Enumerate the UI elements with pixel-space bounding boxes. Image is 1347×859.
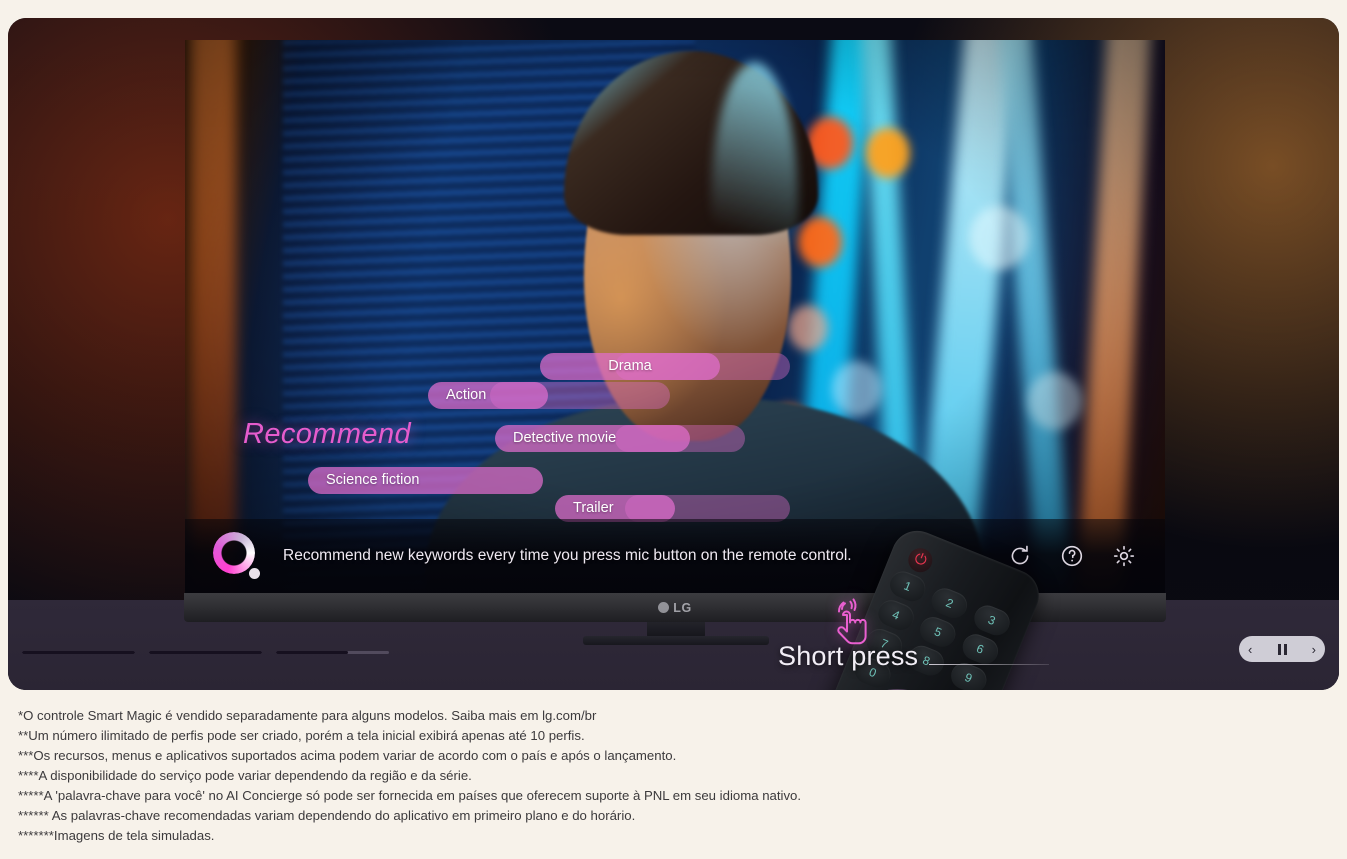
help-icon[interactable] [1059, 543, 1085, 569]
tv-screen: Drama Action Detective movie Science fic… [185, 40, 1165, 593]
slide-progress-fill [276, 651, 349, 654]
footnote-line: *O controle Smart Magic é vendido separa… [18, 708, 597, 723]
carousel-pause-button[interactable] [1277, 643, 1287, 655]
footnote-line: *****A 'palavra-chave para você' no AI C… [18, 788, 802, 804]
status-icon-group [1007, 543, 1137, 569]
status-message: Recommend new keywords every time you pr… [283, 547, 852, 564]
carousel-next-button[interactable]: › [1312, 643, 1316, 656]
keyword-pill-detective-movie[interactable]: Detective movie [495, 425, 690, 452]
short-press-label: Short press [778, 641, 919, 671]
footnote-line: ****** As palavras-chave recomendadas va… [18, 808, 636, 824]
slide-progress-fill [22, 651, 135, 654]
footnote-line: *******Imagens de tela simuladas. [18, 828, 215, 844]
slide-progress-bar[interactable] [22, 651, 135, 654]
settings-gear-icon[interactable] [1111, 543, 1137, 569]
lg-logo-text: LG [673, 600, 692, 615]
keyword-pill-science-fiction[interactable]: Science fiction [308, 467, 543, 494]
callout-connector-line [929, 664, 1049, 665]
keyword-pill-trailer[interactable]: Trailer [555, 495, 675, 522]
keyword-layer: Drama Action Detective movie Science fic… [185, 40, 1165, 593]
ai-orb-dot [249, 568, 260, 579]
hero-panel: Drama Action Detective movie Science fic… [8, 18, 1339, 690]
ai-assistant-orb-icon [213, 532, 261, 580]
ai-orb-ring [213, 532, 255, 574]
page-root: Drama Action Detective movie Science fic… [0, 0, 1347, 859]
slide-progress-group [22, 651, 389, 654]
keyword-pill-drama[interactable]: Drama [540, 353, 720, 380]
footnote-line: **Um número ilimitado de perfis pode ser… [18, 728, 585, 744]
refresh-icon[interactable] [1007, 543, 1033, 569]
keyword-pill-action[interactable]: Action [428, 382, 548, 409]
slide-progress-bar[interactable] [149, 651, 262, 654]
carousel-controls: ‹ › [1239, 636, 1325, 662]
footnote-block: *O controle Smart Magic é vendido separa… [18, 706, 1318, 846]
recommend-heading: Recommend [243, 418, 411, 450]
carousel-prev-button[interactable]: ‹ [1248, 643, 1252, 656]
tv-stand-base [583, 636, 769, 645]
footnote-line: ***Os recursos, menus e aplicativos supo… [18, 748, 677, 764]
lg-brand-logo: LG [658, 601, 692, 615]
slide-progress-bar[interactable] [276, 651, 389, 654]
lg-logo-dot [658, 602, 670, 613]
footnote-line: ****A disponibilidade do serviço pode va… [18, 768, 472, 784]
slide-progress-fill [149, 651, 262, 654]
tv-device: Drama Action Detective movie Science fic… [184, 40, 1166, 645]
